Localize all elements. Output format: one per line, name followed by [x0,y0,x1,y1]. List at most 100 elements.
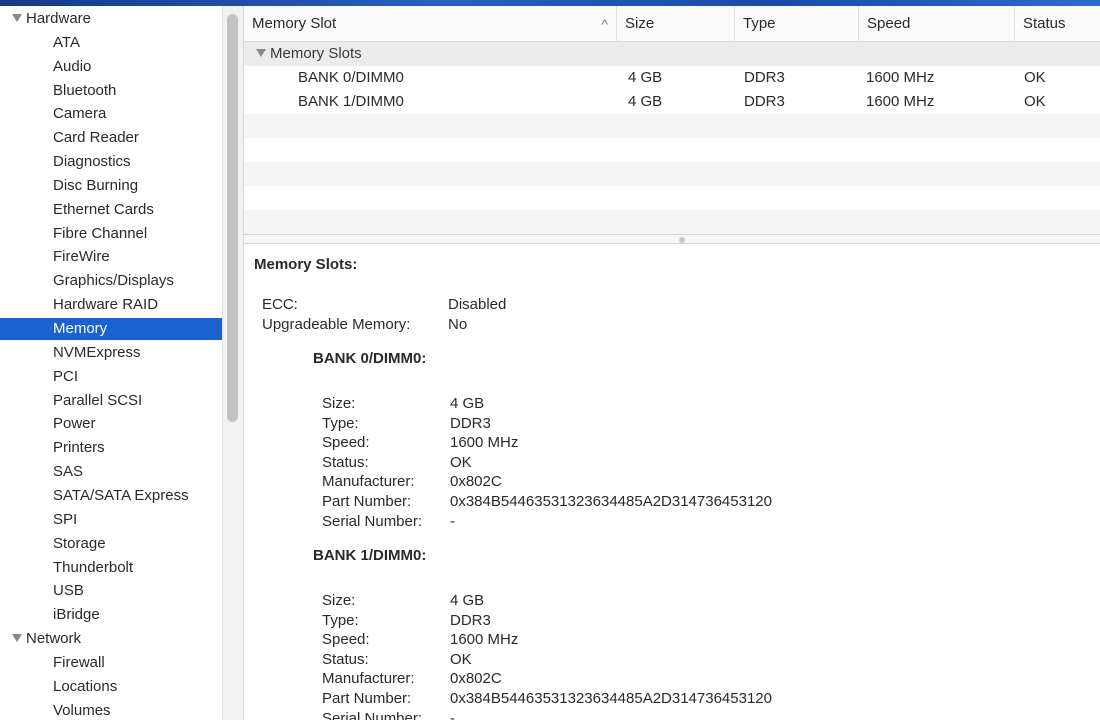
sidebar-item-sata-sata-express[interactable]: SATA/SATA Express [0,485,222,507]
column-header-label: Status [1023,15,1066,32]
bank-field: Size: 4 GB [322,591,922,611]
sidebar-category-label: Network [26,630,82,647]
sidebar-item-thunderbolt[interactable]: Thunderbolt [0,557,222,579]
table-cell-status: OK [1024,69,1046,86]
sidebar-item-parallel-scsi[interactable]: Parallel SCSI [0,390,222,412]
sidebar-item-volumes[interactable]: Volumes [0,700,222,720]
sidebar-item-memory[interactable]: Memory [0,318,222,340]
sidebar-item-firewall[interactable]: Firewall [0,652,222,674]
detail-pane: Memory Slots: ECC: Disabled Upgradeable Me… [244,244,1100,720]
summary-field: Upgradeable Memory: No [262,315,862,335]
table-empty-row [244,210,1100,234]
bank-field: Status: OK [322,650,922,670]
sidebar-item-firewire[interactable]: FireWire [0,246,222,268]
bank-field: Speed: 1600 MHz [322,630,922,650]
table-row[interactable]: BANK 1/DIMM0 4 GB DDR3 1600 MHz OK [244,90,1100,114]
field-label: Part Number: [322,493,412,510]
group-disclosure: Memory Slots [256,42,362,66]
field-label: Type: [322,611,359,629]
table-empty-row [244,162,1100,186]
table-cell-type: DDR3 [744,69,785,86]
group-label: Memory Slots [270,45,362,62]
sidebar-item-bluetooth[interactable]: Bluetooth [0,80,222,102]
column-header-type[interactable]: Type [734,6,858,42]
sidebar-item-ata[interactable]: ATA [0,32,222,54]
column-header-label: Size [625,15,655,32]
sidebar-item-spi[interactable]: SPI [0,509,222,531]
sidebar-item-card-reader[interactable]: Card Reader [0,127,222,149]
column-header-label: Memory Slot [252,15,337,32]
sidebar-item-usb[interactable]: USB [0,580,222,602]
column-header-status[interactable]: Status [1014,6,1100,42]
table-cell-memory-slot: BANK 1/DIMM0 [298,93,404,110]
disclosure-triangle-icon [12,14,22,22]
table-cell-status: OK [1024,93,1046,110]
field-value: DDR3 [450,611,491,629]
table-cell-speed: 1600 MHz [866,69,935,86]
column-header-label: Speed [867,15,911,32]
table-empty-row [244,114,1100,138]
field-label: Size: [322,592,356,609]
sidebar-item-printers[interactable]: Printers [0,437,222,459]
disclosure-triangle-icon [12,634,22,642]
divider-handle-icon [679,237,685,243]
bank-field: Type: DDR3 [322,414,922,434]
sidebar-item-nvmexpress[interactable]: NVMExpress [0,342,222,364]
field-label: Type: [322,414,359,432]
detail-title: Memory Slots: [254,256,358,273]
sidebar-category-label: Hardware [26,10,92,27]
system-information-window: Hardware ATA Audio Bluetooth Camera Card Read… [0,6,1100,720]
field-value: 0x384B54463531323634485A2D314736453120 [450,493,772,510]
field-value: 1600 MHz [450,434,519,452]
sidebar-item-graphics-displays[interactable]: Graphics/Displays [0,270,222,292]
bank-field: Manufacturer: 0x802C [322,472,922,492]
column-header-size[interactable]: Size [616,6,734,42]
sidebar-scroll-thumb[interactable] [227,14,238,422]
field-value: No [448,316,468,333]
table-row[interactable]: BANK 0/DIMM0 4 GB DDR3 1600 MHz OK [244,66,1100,90]
field-label: ECC: [262,296,298,313]
sort-ascending-icon: ^ [601,16,608,32]
table-cell-size: 4 GB [628,69,663,86]
sidebar-item-diagnostics[interactable]: Diagnostics [0,151,222,173]
sidebar-item-ibridge[interactable]: iBridge [0,604,222,626]
bank-field: Part Number: 0x384B54463531323634485A2D31… [322,689,922,709]
main-pane: Memory Slot ^ Size Type Speed Status Mem… [244,6,1100,720]
sidebar-item-fibre-channel[interactable]: Fibre Channel [0,223,222,245]
field-value: - [450,512,455,530]
field-value: 4 GB [450,395,485,412]
sidebar-item-sas[interactable]: SAS [0,461,222,483]
column-header-memory-slot[interactable]: Memory Slot ^ [244,6,616,42]
field-value: 0x802C [450,473,502,491]
table-empty-row [244,138,1100,162]
field-label: Status: [322,453,369,471]
sidebar-category-network[interactable]: Network [0,628,222,650]
bank-field: Type: DDR3 [322,611,922,631]
sidebar-item-audio[interactable]: Audio [0,56,222,78]
sidebar-item-pci[interactable]: PCI [0,366,222,388]
bank-field: Serial Number: - [322,709,922,720]
column-header-label: Type [743,15,776,32]
sidebar-item-power[interactable]: Power [0,413,222,435]
field-label: Manufacturer: [322,670,415,688]
bank-title: BANK 0/DIMM0: [313,350,427,367]
sidebar-item-storage[interactable]: Storage [0,533,222,555]
table-group-row[interactable]: Memory Slots [244,42,1100,66]
bank-field: Status: OK [322,453,922,473]
split-view-divider[interactable] [244,234,1100,244]
sidebar-item-locations[interactable]: Locations [0,676,222,698]
sidebar-item-ethernet-cards[interactable]: Ethernet Cards [0,199,222,221]
field-label: Speed: [322,434,370,452]
sidebar-category-hardware[interactable]: Hardware [0,8,222,30]
field-label: Manufacturer: [322,473,415,491]
sidebar-item-camera[interactable]: Camera [0,103,222,125]
disclosure-triangle-icon [256,49,266,57]
bank-field: Speed: 1600 MHz [322,433,922,453]
sidebar-item-disc-burning[interactable]: Disc Burning [0,175,222,197]
sidebar-item-hardware-raid[interactable]: Hardware RAID [0,294,222,316]
column-header-speed[interactable]: Speed [858,6,1014,42]
table-cell-type: DDR3 [744,93,785,110]
field-label: Size: [322,395,356,412]
bank-title: BANK 1/DIMM0: [313,547,427,564]
field-value: DDR3 [450,414,491,432]
